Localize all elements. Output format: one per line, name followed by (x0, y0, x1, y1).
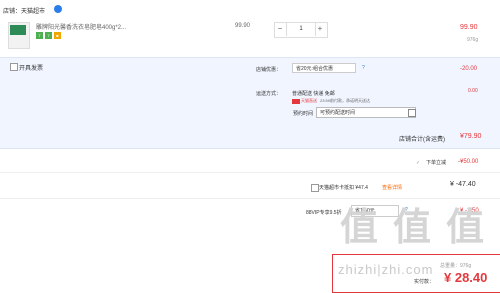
decrease-button[interactable]: − (274, 22, 286, 36)
shop-header (0, 0, 500, 20)
total-weight: 总重量：976g (440, 263, 472, 269)
appointment-time-input[interactable]: 可预约配送时间 (316, 107, 416, 118)
vip-discount-label: 88VIP专享9.5折 (306, 210, 342, 216)
watermark-glyph: 值 (340, 207, 379, 249)
promo-amount: -¥50.00 (458, 159, 479, 165)
shipping-label: 运送方式： (256, 91, 282, 97)
watermark-glyph: 值 (446, 207, 485, 249)
unit-price: 99.90 (235, 23, 251, 29)
shipping-amount: 0.00 (468, 88, 478, 94)
shop-name[interactable]: 店铺：天猫超市 (3, 6, 45, 15)
delivery-promise: 23:59前付款，承诺明天送达 (320, 98, 371, 103)
appointment-label: 预约时间 (293, 111, 314, 117)
check-icon: ✓ (416, 160, 421, 166)
product-image (10, 25, 26, 35)
tmall-direct-icon (292, 99, 300, 104)
shop-discount-select[interactable]: 省20元:组合优惠 (292, 63, 356, 73)
shop-badge-icon (54, 5, 62, 13)
invoice-checkbox[interactable] (10, 63, 18, 71)
product-title[interactable]: 雕牌阳光馨香洗衣皂肥皂400g*2... (36, 22, 126, 31)
help-icon[interactable]: ? (362, 65, 365, 71)
card-details-link[interactable]: 查看详情 (382, 184, 402, 191)
service-tag-icon: 7 (36, 32, 43, 39)
quantity-input[interactable]: 1 (286, 22, 316, 36)
shop-discount-amount: -20.00 (460, 66, 478, 72)
tmall-direct-label: 天猫直送 (301, 98, 317, 103)
store-total-amount: ¥79.90 (460, 133, 482, 140)
payment-amount: ¥ 28.40 (444, 270, 488, 285)
supermarket-card-label[interactable]: 天猫超市卡抵扣 ¥47.4 (319, 184, 368, 191)
calendar-icon[interactable] (408, 109, 416, 117)
invoice-label[interactable]: 开具发票 (19, 63, 43, 72)
promo-label: 下单立减 (426, 160, 447, 166)
increase-button[interactable]: + (314, 22, 326, 36)
divider (0, 172, 500, 173)
supermarket-card-checkbox[interactable] (311, 184, 319, 192)
shipping-method: 普通配送 快递 免邮 (292, 91, 335, 97)
watermark-text: zhizhi|zhi.com (338, 262, 434, 277)
service-tag-icon: ■ (54, 32, 61, 39)
item-weight: 976g (467, 37, 479, 43)
store-total-label: 店铺合计(含运费) (399, 137, 445, 143)
card-amount: ¥ -47.40 (450, 181, 476, 188)
service-tag-icon: 7 (45, 32, 52, 39)
payment-label: 实付款： (414, 279, 435, 285)
watermark-glyph: 值 (393, 207, 432, 249)
shop-discount-label: 店铺优惠： (256, 67, 282, 73)
item-subtotal: 99.90 (460, 24, 478, 31)
